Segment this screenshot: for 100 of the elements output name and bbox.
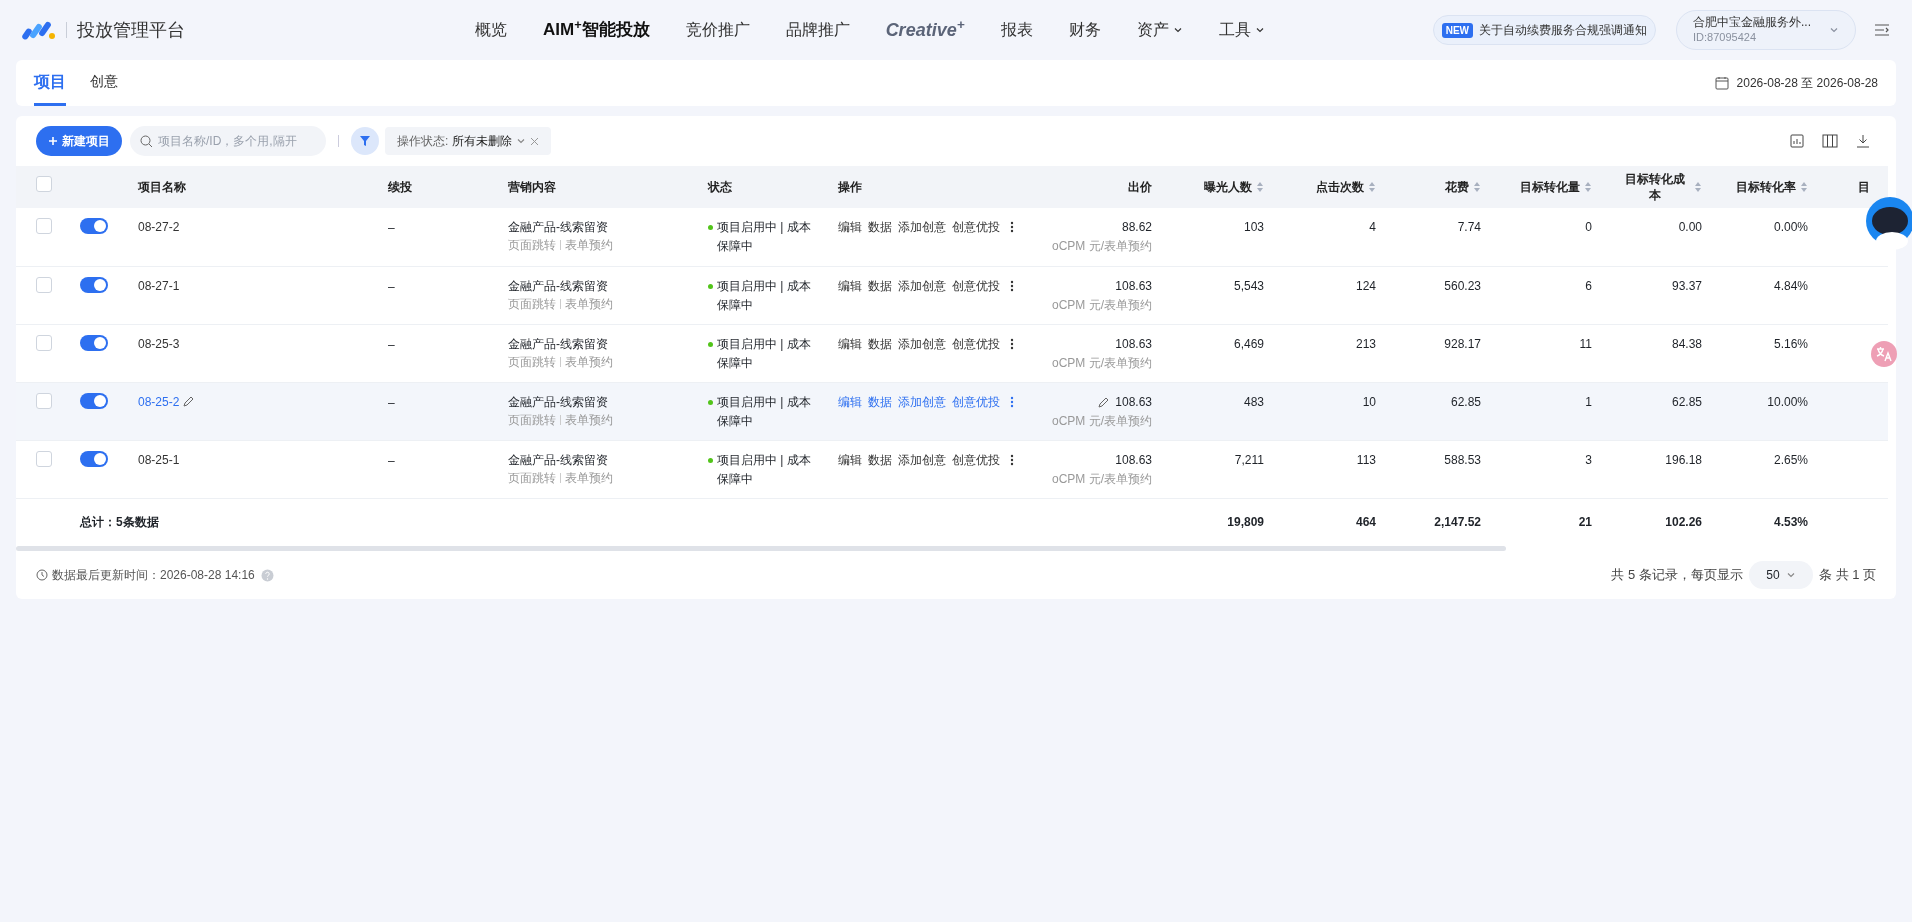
columns-icon[interactable] — [1822, 134, 1838, 148]
project-name[interactable]: 08-25-1 — [138, 450, 180, 469]
account-dropdown[interactable]: 合肥中宝金融服务外... ID:87095424 — [1676, 10, 1856, 50]
notice-pill[interactable]: NEW 关于自动续费服务合规强调通知 — [1432, 15, 1656, 45]
renew-value: – — [388, 279, 395, 294]
toggle-switch[interactable] — [80, 276, 108, 293]
table-cell: 5,543 — [1233, 278, 1264, 293]
sort-icon[interactable] — [1368, 181, 1376, 193]
project-name[interactable]: 08-27-1 — [138, 276, 180, 295]
action-link[interactable]: 添加创意 — [898, 392, 946, 411]
action-link[interactable]: 创意优投 — [952, 218, 1000, 236]
action-link[interactable]: 数据 — [868, 334, 892, 353]
filter-chip[interactable]: 操作状态: 所有未删除 — [385, 127, 552, 155]
sort-icon[interactable] — [1800, 181, 1808, 193]
sort-icon[interactable] — [1256, 181, 1264, 193]
tab[interactable]: 创意 — [90, 60, 118, 106]
toggle-switch[interactable] — [80, 218, 108, 234]
filter-button[interactable] — [351, 127, 379, 155]
more-icon[interactable] — [1010, 453, 1014, 466]
nav-item[interactable]: 概览 — [475, 18, 507, 42]
action-link[interactable]: 创意优投 — [952, 450, 1000, 469]
action-link[interactable]: 编辑 — [838, 334, 862, 353]
action-link[interactable]: 添加创意 — [898, 276, 946, 295]
action-link[interactable]: 创意优投 — [952, 392, 1000, 411]
checkbox[interactable] — [36, 450, 52, 467]
toggle-switch[interactable] — [80, 392, 108, 409]
pencil-icon[interactable] — [183, 396, 195, 407]
more-icon[interactable] — [1010, 221, 1014, 233]
close-icon[interactable] — [530, 136, 540, 146]
nav-item[interactable]: 竞价推广 — [685, 18, 750, 42]
toggle-switch[interactable] — [80, 334, 108, 351]
nav-item[interactable]: Creative$^{+}$ — [885, 16, 965, 44]
logo-icon — [22, 19, 56, 41]
date-range[interactable]: 2026-08-28 至 2026-08-28 — [1736, 74, 1878, 92]
filter-value: 所有未删除 — [452, 133, 513, 150]
download-icon[interactable] — [1856, 134, 1870, 148]
filter-label: 操作状态: — [397, 133, 449, 150]
action-link[interactable]: 数据 — [868, 450, 892, 469]
sort-icon[interactable] — [1584, 181, 1592, 193]
marketing-content: 金融产品-线索留资 — [508, 393, 609, 411]
action-link[interactable]: 添加创意 — [898, 450, 946, 469]
column-header: 出价 — [1128, 179, 1152, 195]
table-row[interactable]: 08-25-1 – 金融产品-线索留资 页面跳转 表单预约 项目启用中 | 成本保障中 编辑 数据 添加创意 创意优投 108.63 oCPM 元/表单预约 7,211 113 588.53 3 196.18 2.65% — [16, 440, 1888, 498]
checkbox[interactable] — [36, 392, 52, 409]
table-cell: 11 — [1579, 336, 1592, 351]
more-icon[interactable] — [1010, 337, 1014, 350]
sort-icon[interactable] — [1473, 181, 1481, 193]
table-row[interactable]: 08-27-1 – 金融产品-线索留资 页面跳转 表单预约 项目启用中 | 成本保障中 编辑 数据 添加创意 创意优投 108.63 oCPM 元/表单预约 5,543 124 560.23 6 93.37 4.84% — [16, 266, 1888, 324]
action-link[interactable]: 编辑 — [838, 276, 862, 295]
pencil-icon[interactable] — [1098, 396, 1110, 408]
toggle-switch[interactable] — [80, 450, 108, 467]
table-cell: 4.84% — [1773, 278, 1808, 293]
project-name[interactable]: 08-25-2 — [138, 392, 180, 411]
action-link[interactable]: 数据 — [868, 218, 892, 236]
total-label: 总计：5条数据 — [80, 515, 159, 530]
content-tag: 页面跳转 — [508, 236, 556, 254]
checkbox[interactable] — [36, 334, 52, 351]
translate-icon[interactable] — [1870, 340, 1898, 368]
checkbox[interactable] — [36, 276, 52, 293]
project-name[interactable]: 08-25-3 — [138, 334, 180, 353]
action-link[interactable]: 编辑 — [838, 218, 862, 236]
search-field[interactable]: 项目名称/ID，多个用,隔开 — [130, 126, 326, 156]
nav-item[interactable]: 工具 — [1218, 18, 1265, 42]
column-header: 目标转化成本 — [1624, 171, 1686, 203]
sort-icon[interactable] — [1694, 181, 1702, 193]
project-name[interactable]: 08-27-2 — [138, 218, 180, 236]
help-icon[interactable] — [260, 568, 274, 582]
column-header: 操作 — [838, 179, 862, 195]
action-link[interactable]: 添加创意 — [898, 334, 946, 353]
bid-value: 108.63 — [1115, 393, 1152, 411]
checkbox[interactable] — [36, 218, 52, 234]
nav-item[interactable]: 财务 — [1068, 18, 1101, 42]
marketing-content: 金融产品-线索留资 — [508, 219, 609, 236]
table-row[interactable]: 08-27-2 – 金融产品-线索留资 页面跳转 表单预约 项目启用中 | 成本保障中 编辑 数据 添加创意 创意优投 88.62 oCPM 元/表单预约 103 4 7.74 0 0.00 0.00% — [16, 208, 1888, 266]
action-link[interactable]: 数据 — [868, 392, 892, 411]
action-link[interactable]: 添加创意 — [898, 218, 946, 236]
total-cell: 21 — [1578, 515, 1592, 530]
tab[interactable]: 项目 — [34, 60, 66, 106]
chart-icon[interactable] — [1790, 134, 1804, 148]
action-link[interactable]: 编辑 — [838, 450, 862, 469]
page-size-select[interactable]: 50 — [1748, 561, 1813, 589]
action-link[interactable]: 创意优投 — [952, 334, 1000, 353]
plus-icon — [48, 136, 58, 146]
action-link[interactable]: 数据 — [868, 276, 892, 295]
chevron-down-icon — [516, 136, 527, 146]
new-badge: NEW — [1441, 22, 1473, 38]
menu-fold-icon[interactable] — [1874, 23, 1890, 37]
table-row[interactable]: 08-25-3 – 金融产品-线索留资 页面跳转 表单预约 项目启用中 | 成本保障中 编辑 数据 添加创意 创意优投 108.63 oCPM 元/表单预约 6,469 213 928.17 11 84.38 5.16% — [16, 324, 1888, 382]
checkbox[interactable] — [36, 176, 52, 193]
horizontal-scrollbar[interactable] — [16, 546, 1506, 551]
chevron-down-icon — [1172, 25, 1183, 35]
new-project-button[interactable]: 新建项目 — [36, 126, 122, 156]
nav-item[interactable]: AIM$^{+}$智能投放 — [543, 17, 650, 43]
column-header: 目标转化量 — [1520, 179, 1580, 195]
action-link[interactable]: 编辑 — [838, 392, 862, 411]
nav-item[interactable]: 资产 — [1136, 18, 1183, 42]
nav-item[interactable]: 品牌推广 — [785, 18, 850, 42]
nav-item[interactable]: 报表 — [1000, 18, 1033, 42]
action-link[interactable]: 创意优投 — [952, 276, 1000, 295]
more-icon[interactable] — [1010, 279, 1014, 292]
